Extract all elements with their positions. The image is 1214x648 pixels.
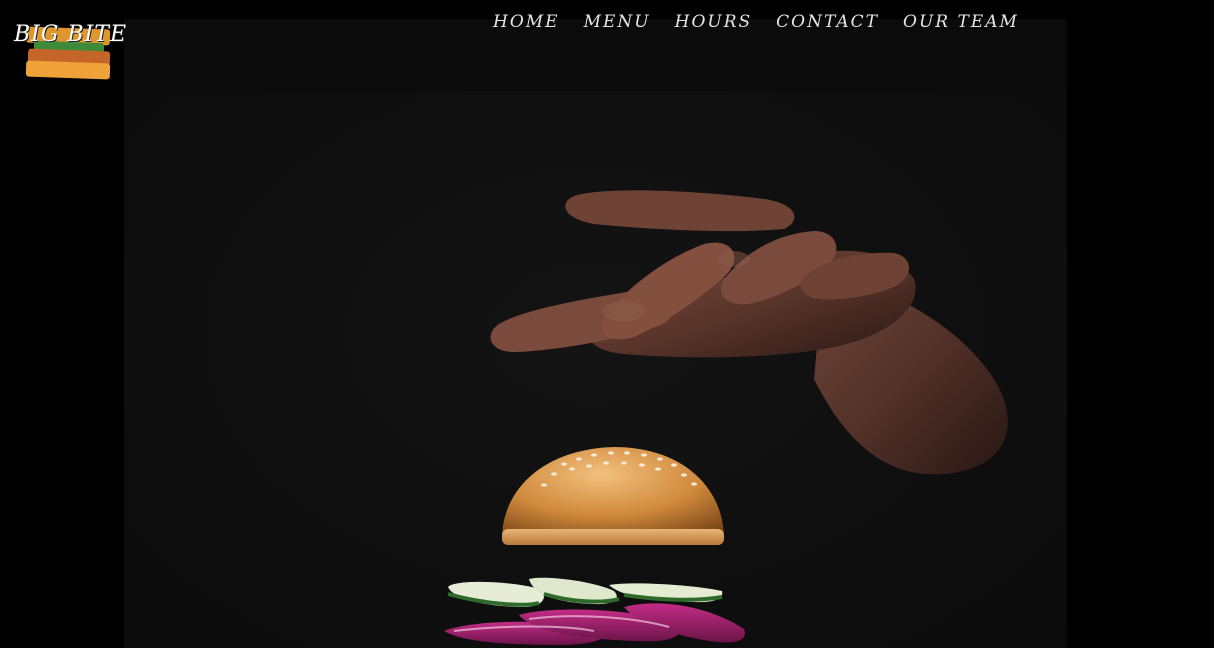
nav-hours[interactable]: HOURS (675, 12, 753, 32)
page: BIG BITE HOME MENU HOURS CONTACT OUR TEA… (0, 0, 1214, 648)
nav-contact[interactable]: CONTACT (776, 12, 879, 32)
nav-our-team[interactable]: OUR TEAM (903, 12, 1019, 32)
nav-menu[interactable]: MENU (584, 12, 651, 32)
brand-logo[interactable]: BIG BITE (12, 18, 128, 88)
main-nav: HOME MENU HOURS CONTACT OUR TEAM (493, 12, 1019, 32)
hero-image (124, 19, 1067, 648)
logo-stripe-bottom (25, 60, 111, 80)
burger-hand-photo (124, 19, 1067, 648)
nav-home[interactable]: HOME (493, 12, 560, 32)
brand-name: BIG BITE (14, 22, 128, 47)
